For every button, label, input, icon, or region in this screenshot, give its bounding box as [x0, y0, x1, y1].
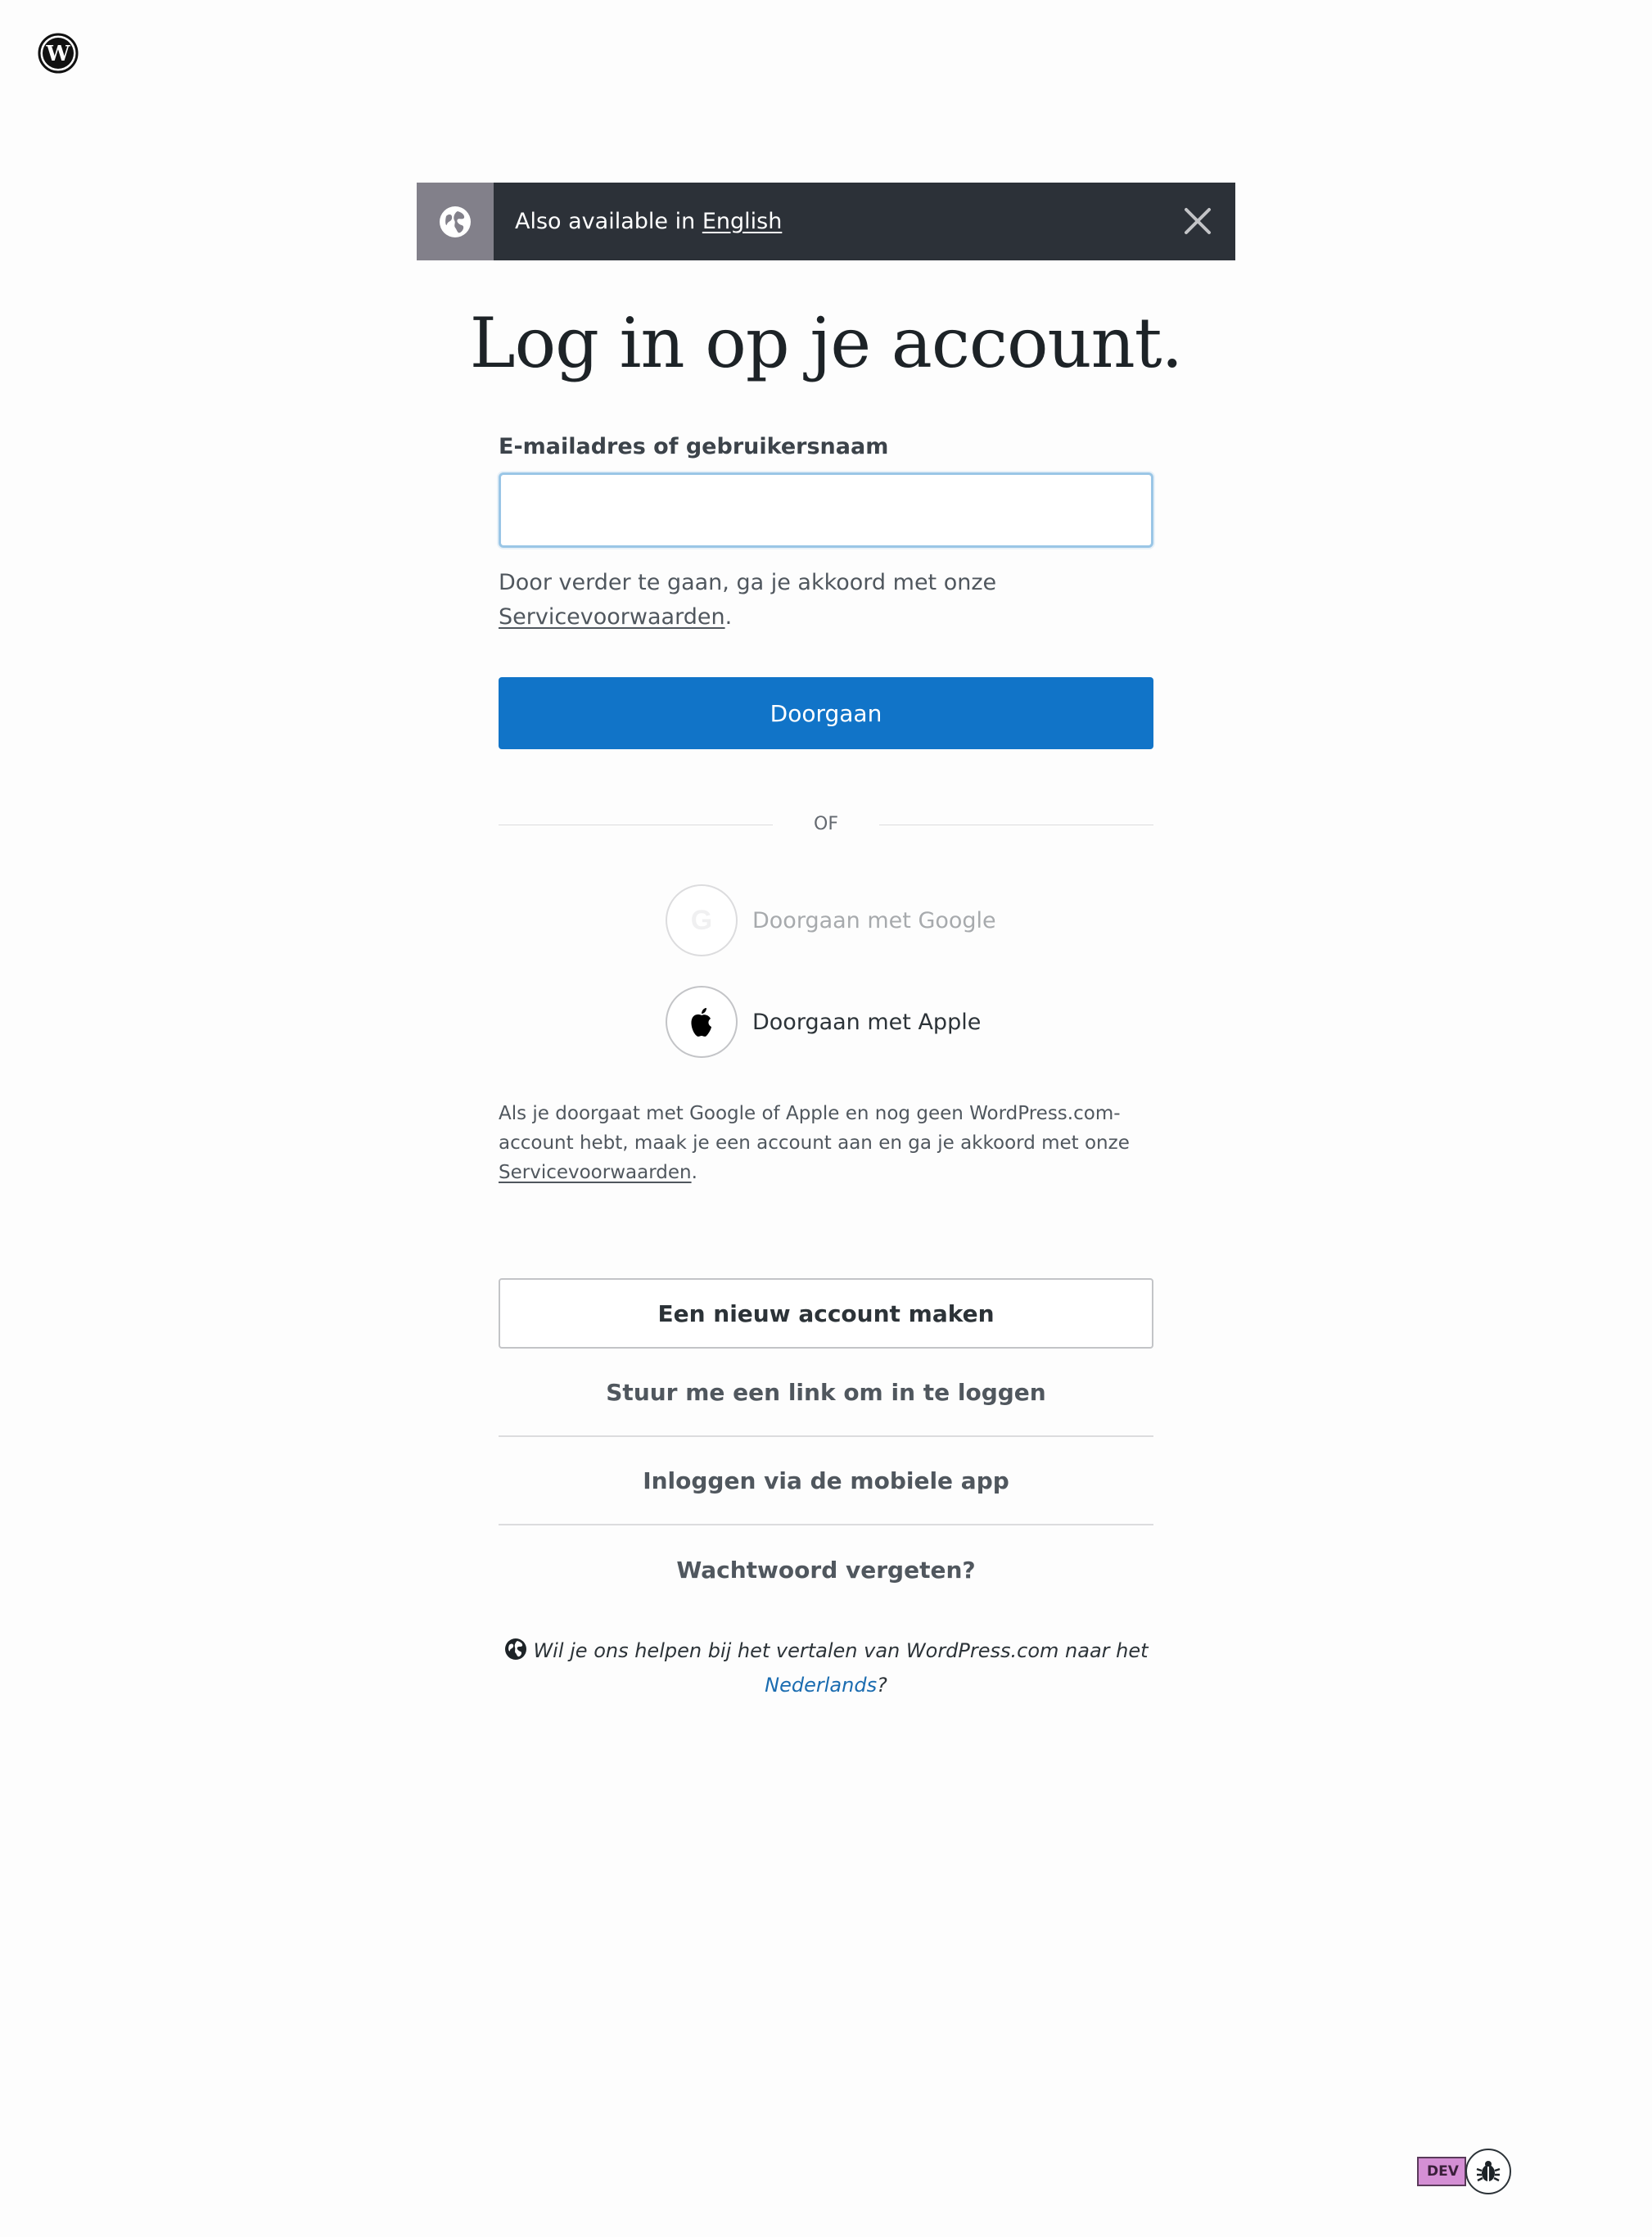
social-note-text: Als je doorgaat met Google of Apple en n… — [499, 1103, 1130, 1154]
globe-icon — [417, 183, 494, 260]
forgot-password-link[interactable]: Wachtwoord vergeten? — [499, 1526, 1153, 1614]
translate-invite: Wil je ons helpen bij het vertalen van W… — [499, 1636, 1153, 1701]
wordpress-logo-icon[interactable]: W — [38, 33, 79, 74]
bug-icon[interactable] — [1465, 2149, 1511, 2194]
svg-text:G: G — [691, 905, 712, 936]
google-icon: G — [666, 884, 738, 956]
google-login-label: Doorgaan met Google — [752, 907, 996, 933]
tos-text: Door verder te gaan, ga je akkoord met o… — [499, 566, 1153, 635]
apple-login-label: Doorgaan met Apple — [752, 1009, 982, 1035]
username-input[interactable] — [499, 472, 1153, 548]
translate-suffix: ? — [877, 1674, 887, 1697]
globe-icon — [503, 1637, 528, 1670]
create-account-button[interactable]: Een nieuw account maken — [499, 1278, 1153, 1349]
notice-prefix: Also available in — [515, 209, 696, 234]
dev-badge: DEV — [1417, 2157, 1466, 2186]
google-login-button[interactable]: G Doorgaan met Google — [666, 884, 996, 956]
tos-prefix: Door verder te gaan, ga je akkoord met o… — [499, 570, 997, 595]
login-form: E-mailadres of gebruikersnaam Door verde… — [499, 434, 1153, 749]
page-title: Log in op je account. — [469, 303, 1183, 383]
language-notice: Also available in English — [417, 183, 1235, 260]
social-note-suffix: . — [691, 1162, 697, 1183]
tos-link[interactable]: Servicevoorwaarden — [499, 604, 725, 630]
svg-text:W: W — [45, 42, 70, 66]
close-icon[interactable] — [1181, 205, 1214, 237]
notice-text: Also available in English — [515, 209, 782, 234]
social-tos-link[interactable]: Servicevoorwaarden — [499, 1162, 692, 1183]
translate-text: Wil je ons helpen bij het vertalen van W… — [533, 1639, 1149, 1662]
apple-login-button[interactable]: Doorgaan met Apple — [666, 986, 981, 1058]
mobile-app-login-button[interactable]: Inloggen via de mobiele app — [499, 1438, 1153, 1525]
username-label: E-mailadres of gebruikersnaam — [499, 434, 889, 459]
social-login-note: Als je doorgaat met Google of Apple en n… — [499, 1099, 1153, 1187]
magic-link-button[interactable]: Stuur me een link om in te loggen — [499, 1349, 1153, 1437]
or-divider: OF — [499, 811, 1153, 838]
translate-language-link[interactable]: Nederlands — [765, 1674, 877, 1697]
continue-button[interactable]: Doorgaan — [499, 677, 1153, 749]
notice-language-link[interactable]: English — [702, 209, 783, 234]
tos-suffix: . — [724, 604, 733, 630]
apple-icon — [666, 986, 738, 1058]
